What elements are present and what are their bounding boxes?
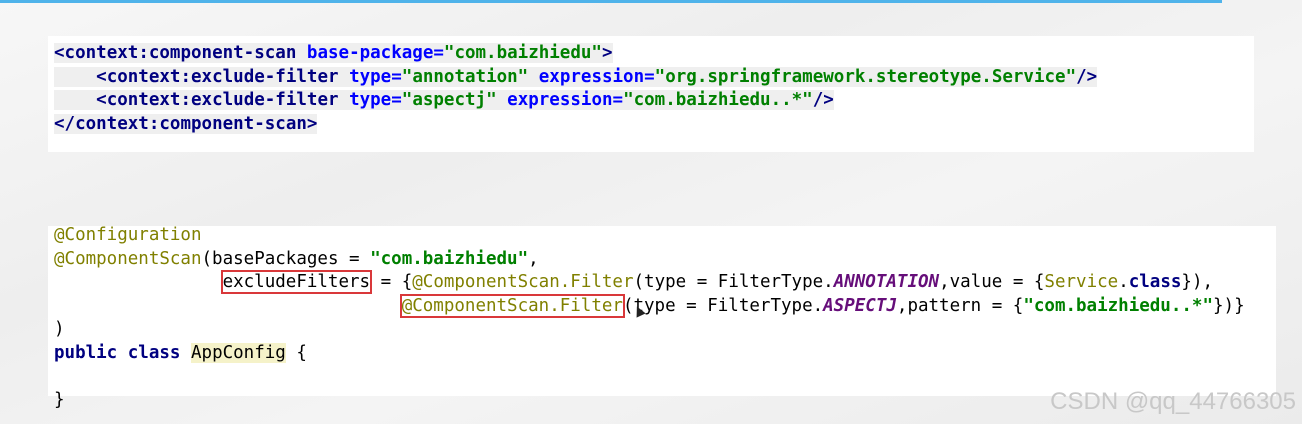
xml-line-3: <context:exclude-filter type="aspectj" e…	[54, 90, 834, 110]
xml-annotation-value: "annotation"	[401, 66, 529, 87]
base-packages-param: (basePackages =	[201, 248, 371, 269]
watermark: CSDN @qq_44766305	[1050, 388, 1296, 415]
close-brace: }	[54, 389, 65, 410]
xml-exclude-filter-tag: exclude-filter	[191, 90, 339, 110]
type-param: (type = FilterType.	[622, 295, 824, 316]
xml-eq: =	[391, 66, 402, 87]
xml-ns: context	[64, 43, 139, 63]
xml-expression-attr: expression	[507, 90, 613, 110]
dot: .	[1118, 272, 1129, 292]
xml-expression-attr: expression	[538, 66, 645, 87]
xml-lt: <	[96, 66, 107, 87]
xml-self-close: />	[1076, 66, 1098, 87]
java-code-block: @Configuration @ComponentScan(basePackag…	[54, 224, 1245, 412]
xml-colon: :	[148, 113, 160, 134]
xml-type-attr: type	[349, 90, 392, 110]
xml-colon: :	[180, 66, 192, 87]
xml-self-close: />	[812, 90, 834, 110]
comma: ,	[528, 248, 539, 269]
line-end: }),	[1181, 272, 1214, 292]
xml-code-block: <context:component-scan base-package="co…	[54, 42, 1098, 136]
class-keyword: class	[127, 342, 181, 363]
xml-service-expression: "org.springframework.stereotype.Service"	[654, 66, 1077, 87]
component-scan-annotation: @ComponentScan	[54, 248, 202, 269]
xml-eq: =	[644, 66, 655, 87]
xml-component-scan-tag: component-scan	[159, 113, 307, 134]
xml-gt: >	[601, 43, 613, 63]
xml-base-package-value: "com.baizhiedu"	[443, 43, 602, 63]
xml-aspectj-value: "aspectj"	[401, 90, 497, 110]
base-packages-value: "com.baizhiedu"	[370, 248, 529, 269]
type-param: (type = FilterType.	[633, 272, 834, 292]
aspectj-filter-type: ASPECTJ	[823, 295, 897, 316]
xml-package-expression: "com.baizhiedu..*"	[623, 90, 813, 110]
class-keyword: class	[1128, 272, 1182, 292]
public-keyword: public	[54, 342, 118, 363]
xml-line-1: <context:component-scan base-package="co…	[54, 43, 613, 63]
service-class-ref: Service	[1044, 272, 1119, 292]
xml-ns: context	[75, 113, 149, 134]
xml-ns: context	[106, 66, 181, 87]
xml-ns: context	[106, 90, 181, 110]
xml-eq: =	[391, 90, 402, 110]
xml-colon: :	[180, 90, 192, 110]
xml-code-panel: <context:component-scan base-package="co…	[48, 36, 1254, 152]
class-name: AppConfig	[191, 342, 286, 363]
xml-eq: =	[612, 90, 624, 110]
annotation-filter-type: ANNOTATION	[833, 272, 940, 292]
xml-exclude-filter-tag: exclude-filter	[191, 66, 339, 87]
xml-type-attr: type	[349, 66, 392, 87]
pattern-param: ,pattern = {	[896, 295, 1024, 316]
top-accent-bar	[0, 0, 1222, 3]
pattern-value: "com.baizhiedu..*"	[1023, 295, 1213, 316]
close-paren: )	[54, 319, 65, 339]
configuration-annotation: @Configuration	[54, 225, 202, 245]
xml-eq: =	[433, 43, 444, 63]
exclude-filters-assign: = {	[370, 272, 413, 292]
xml-lt: <	[96, 90, 107, 110]
exclude-filters-highlight-box: excludeFilters	[220, 270, 373, 294]
xml-colon: :	[138, 43, 149, 63]
xml-indent	[54, 90, 96, 110]
filter-annotation-highlight-box: @ComponentScan.Filter	[399, 293, 625, 318]
xml-lt: <	[54, 43, 65, 63]
java-code-panel: @Configuration @ComponentScan(basePackag…	[48, 225, 1276, 410]
xml-gt: >	[306, 113, 318, 134]
xml-close-open: </	[54, 113, 76, 134]
xml-line-4: </context:component-scan>	[54, 113, 318, 134]
line-end: })}	[1213, 295, 1245, 316]
xml-line-2: <context:exclude-filter type="annotation…	[54, 66, 1098, 87]
value-param: ,value = {	[939, 272, 1045, 292]
filter-annotation: @ComponentScan.Filter	[412, 272, 634, 292]
xml-indent	[54, 67, 96, 87]
xml-base-package-attr: base-package	[306, 43, 434, 63]
xml-component-scan-tag: component-scan	[148, 43, 297, 63]
open-brace: {	[285, 342, 307, 363]
